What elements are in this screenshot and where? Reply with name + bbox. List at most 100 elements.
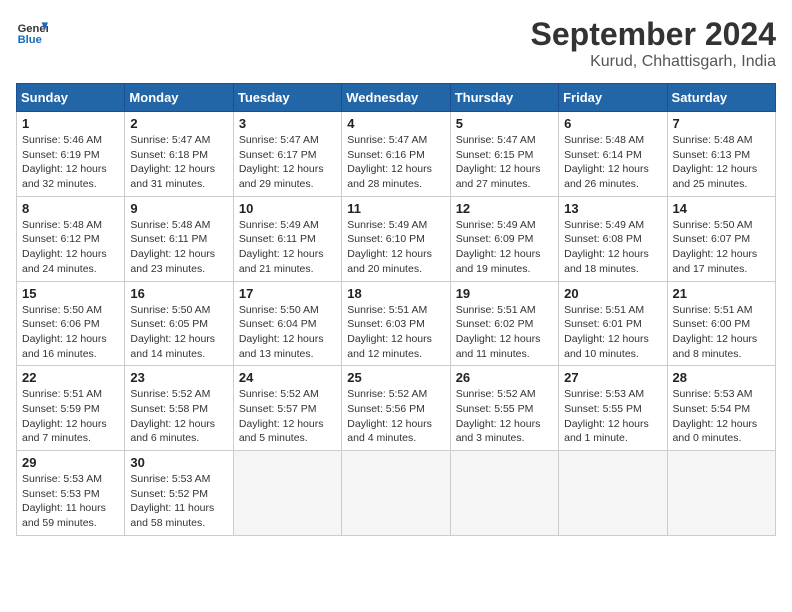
day-cell: 27Sunrise: 5:53 AM Sunset: 5:55 PM Dayli… [559,366,667,451]
day-number: 10 [239,201,336,216]
day-number: 20 [564,286,661,301]
day-info: Sunrise: 5:49 AM Sunset: 6:09 PM Dayligh… [456,218,553,277]
day-info: Sunrise: 5:50 AM Sunset: 6:04 PM Dayligh… [239,303,336,362]
day-number: 25 [347,370,444,385]
day-number: 18 [347,286,444,301]
day-info: Sunrise: 5:53 AM Sunset: 5:53 PM Dayligh… [22,472,119,531]
day-cell: 25 Sunrise: 5:52 AM Sunset: 5:56 PM Dayli… [342,366,450,451]
day-cell: 16 Sunrise: 5:50 AM Sunset: 6:05 PM Dayli… [125,281,233,366]
day-info: Sunrise: 5:46 AM Sunset: 6:19 PM Dayligh… [22,133,119,192]
header-friday: Friday [559,84,667,112]
day-info: Sunrise: 5:47 AM Sunset: 6:16 PM Dayligh… [347,133,444,192]
day-number: 14 [673,201,770,216]
header-tuesday: Tuesday [233,84,341,112]
page-header: General Blue September 2024 Kurud, Chhat… [16,16,776,71]
day-cell: 23 Sunrise: 5:52 AM Sunset: 5:58 PM Dayli… [125,366,233,451]
empty-cell [342,451,450,536]
day-info: Sunrise: 5:47 AM Sunset: 6:17 PM Dayligh… [239,133,336,192]
empty-cell [559,451,667,536]
day-info: Sunrise: 5:52 AM Sunset: 5:56 PM Dayligh… [347,387,444,446]
header-sunday: Sunday [17,84,125,112]
day-cell: 1Sunrise: 5:46 AM Sunset: 6:19 PM Daylig… [17,112,125,197]
calendar-week-row: 1Sunrise: 5:46 AM Sunset: 6:19 PM Daylig… [17,112,776,197]
day-cell: 5Sunrise: 5:47 AM Sunset: 6:15 PM Daylig… [450,112,558,197]
day-info: Sunrise: 5:51 AM Sunset: 6:00 PM Dayligh… [673,303,770,362]
day-cell: 22 Sunrise: 5:51 AM Sunset: 5:59 PM Dayli… [17,366,125,451]
calendar-header-row: Sunday Monday Tuesday Wednesday Thursday… [17,84,776,112]
day-cell: 26Sunrise: 5:52 AM Sunset: 5:55 PM Dayli… [450,366,558,451]
day-cell: 13 Sunrise: 5:49 AM Sunset: 6:08 PM Dayli… [559,196,667,281]
day-info: Sunrise: 5:48 AM Sunset: 6:13 PM Dayligh… [673,133,770,192]
day-info: Sunrise: 5:52 AM Sunset: 5:55 PM Dayligh… [456,387,553,446]
day-number: 29 [22,455,119,470]
day-number: 13 [564,201,661,216]
day-cell: 6Sunrise: 5:48 AM Sunset: 6:14 PM Daylig… [559,112,667,197]
location: Kurud, Chhattisgarh, India [531,53,776,71]
header-thursday: Thursday [450,84,558,112]
day-cell: 21 Sunrise: 5:51 AM Sunset: 6:00 PM Dayli… [667,281,775,366]
day-cell: 2 Sunrise: 5:47 AM Sunset: 6:18 PM Daylig… [125,112,233,197]
day-cell: 9Sunrise: 5:48 AM Sunset: 6:11 PM Daylig… [125,196,233,281]
day-number: 7 [673,116,770,131]
day-info: Sunrise: 5:51 AM Sunset: 6:03 PM Dayligh… [347,303,444,362]
day-cell: 30Sunrise: 5:53 AM Sunset: 5:52 PM Dayli… [125,451,233,536]
header-saturday: Saturday [667,84,775,112]
day-number: 23 [130,370,227,385]
day-number: 21 [673,286,770,301]
calendar-week-row: 22 Sunrise: 5:51 AM Sunset: 5:59 PM Dayli… [17,366,776,451]
day-info: Sunrise: 5:52 AM Sunset: 5:57 PM Dayligh… [239,387,336,446]
day-cell: 19 Sunrise: 5:51 AM Sunset: 6:02 PM Dayli… [450,281,558,366]
day-info: Sunrise: 5:49 AM Sunset: 6:10 PM Dayligh… [347,218,444,277]
day-cell: 10 Sunrise: 5:49 AM Sunset: 6:11 PM Dayli… [233,196,341,281]
month-title: September 2024 [531,16,776,53]
day-info: Sunrise: 5:47 AM Sunset: 6:18 PM Dayligh… [130,133,227,192]
day-number: 28 [673,370,770,385]
day-cell: 24Sunrise: 5:52 AM Sunset: 5:57 PM Dayli… [233,366,341,451]
day-cell: 18 Sunrise: 5:51 AM Sunset: 6:03 PM Dayli… [342,281,450,366]
calendar-week-row: 8 Sunrise: 5:48 AM Sunset: 6:12 PM Daylig… [17,196,776,281]
day-cell: 15 Sunrise: 5:50 AM Sunset: 6:06 PM Dayli… [17,281,125,366]
day-info: Sunrise: 5:50 AM Sunset: 6:06 PM Dayligh… [22,303,119,362]
day-number: 15 [22,286,119,301]
day-number: 9 [130,201,227,216]
day-number: 5 [456,116,553,131]
day-cell: 14 Sunrise: 5:50 AM Sunset: 6:07 PM Dayli… [667,196,775,281]
title-block: September 2024 Kurud, Chhattisgarh, Indi… [531,16,776,71]
day-number: 19 [456,286,553,301]
day-number: 3 [239,116,336,131]
day-info: Sunrise: 5:51 AM Sunset: 6:02 PM Dayligh… [456,303,553,362]
day-number: 8 [22,201,119,216]
day-number: 27 [564,370,661,385]
day-cell: 8 Sunrise: 5:48 AM Sunset: 6:12 PM Daylig… [17,196,125,281]
calendar-week-row: 29 Sunrise: 5:53 AM Sunset: 5:53 PM Dayli… [17,451,776,536]
day-number: 16 [130,286,227,301]
header-monday: Monday [125,84,233,112]
day-number: 17 [239,286,336,301]
logo: General Blue [16,16,48,48]
header-wednesday: Wednesday [342,84,450,112]
day-number: 12 [456,201,553,216]
day-number: 4 [347,116,444,131]
day-cell: 12 Sunrise: 5:49 AM Sunset: 6:09 PM Dayli… [450,196,558,281]
day-number: 2 [130,116,227,131]
day-cell: 7 Sunrise: 5:48 AM Sunset: 6:13 PM Daylig… [667,112,775,197]
day-cell: 29 Sunrise: 5:53 AM Sunset: 5:53 PM Dayli… [17,451,125,536]
empty-cell [667,451,775,536]
day-info: Sunrise: 5:50 AM Sunset: 6:05 PM Dayligh… [130,303,227,362]
svg-text:Blue: Blue [18,34,42,46]
day-info: Sunrise: 5:51 AM Sunset: 6:01 PM Dayligh… [564,303,661,362]
day-cell: 17 Sunrise: 5:50 AM Sunset: 6:04 PM Dayli… [233,281,341,366]
day-info: Sunrise: 5:50 AM Sunset: 6:07 PM Dayligh… [673,218,770,277]
empty-cell [233,451,341,536]
day-number: 22 [22,370,119,385]
day-info: Sunrise: 5:49 AM Sunset: 6:11 PM Dayligh… [239,218,336,277]
day-cell: 28 Sunrise: 5:53 AM Sunset: 5:54 PM Dayli… [667,366,775,451]
day-info: Sunrise: 5:49 AM Sunset: 6:08 PM Dayligh… [564,218,661,277]
logo-icon: General Blue [16,16,48,48]
day-info: Sunrise: 5:52 AM Sunset: 5:58 PM Dayligh… [130,387,227,446]
day-number: 6 [564,116,661,131]
day-info: Sunrise: 5:51 AM Sunset: 5:59 PM Dayligh… [22,387,119,446]
day-info: Sunrise: 5:48 AM Sunset: 6:12 PM Dayligh… [22,218,119,277]
day-cell: 20 Sunrise: 5:51 AM Sunset: 6:01 PM Dayli… [559,281,667,366]
day-info: Sunrise: 5:53 AM Sunset: 5:54 PM Dayligh… [673,387,770,446]
